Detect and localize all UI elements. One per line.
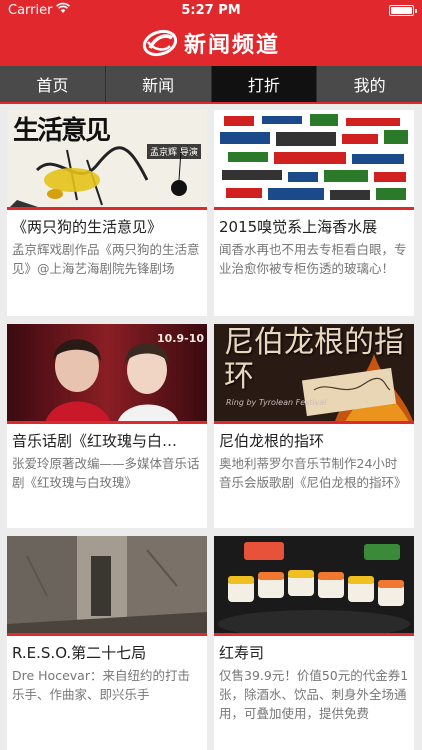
card-title: 音乐话剧《红玫瑰与白… xyxy=(12,432,178,450)
card-image xyxy=(214,536,414,636)
clock: 5:27 PM xyxy=(181,3,241,18)
poster-headline: 尼伯龙根的指环 xyxy=(224,325,404,394)
poster-date: 10.9-10 xyxy=(157,332,205,345)
brand-logo-icon xyxy=(142,29,178,57)
tab-news[interactable]: 新闻 xyxy=(106,66,212,102)
news-card[interactable]: 生活意见 孟京辉 导演 《两只狗的生活意见》 孟京辉戏剧作品《两只狗的生活意见》… xyxy=(7,110,207,316)
card-title: 尼伯龙根的指环 xyxy=(219,432,325,450)
app: Carrier 5:27 PM 新闻频道 首页 新闻 打折 我的 生活意见 孟京… xyxy=(0,0,422,750)
card-image xyxy=(7,536,207,636)
card-description: 孟京辉戏剧作品《两只狗的生活意见》@上海艺海剧院先锋剧场 xyxy=(12,242,200,276)
tab-discount[interactable]: 打折 xyxy=(211,66,318,102)
card-description: Dre Hocevar：来自纽约的打击乐手、作曲家、即兴乐手 xyxy=(12,668,190,702)
news-card[interactable]: 2015嗅觉系上海香水展 闻香水再也不用去专柜看白眼，专业治愈你被专柜伤透的玻璃… xyxy=(214,110,414,316)
header: Carrier 5:27 PM 新闻频道 xyxy=(0,0,422,66)
card-grid: 生活意见 孟京辉 导演 《两只狗的生活意见》 孟京辉戏剧作品《两只狗的生活意见》… xyxy=(0,106,422,750)
card-title: 《两只狗的生活意见》 xyxy=(12,218,163,236)
card-title: 2015嗅觉系上海香水展 xyxy=(219,218,378,236)
card-image: 10.9-10 xyxy=(7,324,207,424)
card-image: 尼伯龙根的指环 Ring by Tyrolean Festival xyxy=(214,324,414,424)
app-title: 新闻频道 xyxy=(183,33,280,58)
poster-credit: 孟京辉 导演 xyxy=(147,144,201,159)
card-title: R.E.S.O.第二十七局 xyxy=(12,644,147,662)
battery-icon xyxy=(389,5,417,16)
card-description: 仅售39.9元！价值50元的代金券1张，除酒水、饮品、刺身外全场通用，可叠加使用… xyxy=(219,668,409,721)
card-image: 生活意见 孟京辉 导演 xyxy=(7,110,207,210)
news-card[interactable]: R.E.S.O.第二十七局 Dre Hocevar：来自纽约的打击乐手、作曲家、… xyxy=(7,536,207,750)
status-bar: Carrier 5:27 PM xyxy=(0,0,422,22)
tab-mine[interactable]: 我的 xyxy=(317,66,422,102)
card-title: 红寿司 xyxy=(219,644,265,662)
card-description: 奥地利蒂罗尔音乐节制作24小时音乐会版歌剧《尼伯龙根的指环》 xyxy=(219,456,407,490)
brand: 新闻频道 xyxy=(0,25,422,61)
tab-home[interactable]: 首页 xyxy=(0,66,106,102)
news-card[interactable]: 10.9-10 音乐话剧《红玫瑰与白… 张爱玲原著改编——多媒体音乐话剧《红玫瑰… xyxy=(7,324,207,528)
poster-subtitle: Ring by Tyrolean Festival xyxy=(226,398,327,407)
poster-headline: 生活意见 xyxy=(13,116,111,146)
news-card[interactable]: 尼伯龙根的指环 Ring by Tyrolean Festival 尼伯龙根的指… xyxy=(214,324,414,528)
card-description: 闻香水再也不用去专柜看白眼，专业治愈你被专柜伤透的玻璃心！ xyxy=(219,242,407,276)
news-card[interactable]: 红寿司 仅售39.9元！价值50元的代金券1张，除酒水、饮品、刺身外全场通用，可… xyxy=(214,536,414,750)
card-image xyxy=(214,110,414,210)
card-description: 张爱玲原著改编——多媒体音乐话剧《红玫瑰与白玫瑰》 xyxy=(12,456,200,490)
tab-bar: 首页 新闻 打折 我的 xyxy=(0,66,422,104)
